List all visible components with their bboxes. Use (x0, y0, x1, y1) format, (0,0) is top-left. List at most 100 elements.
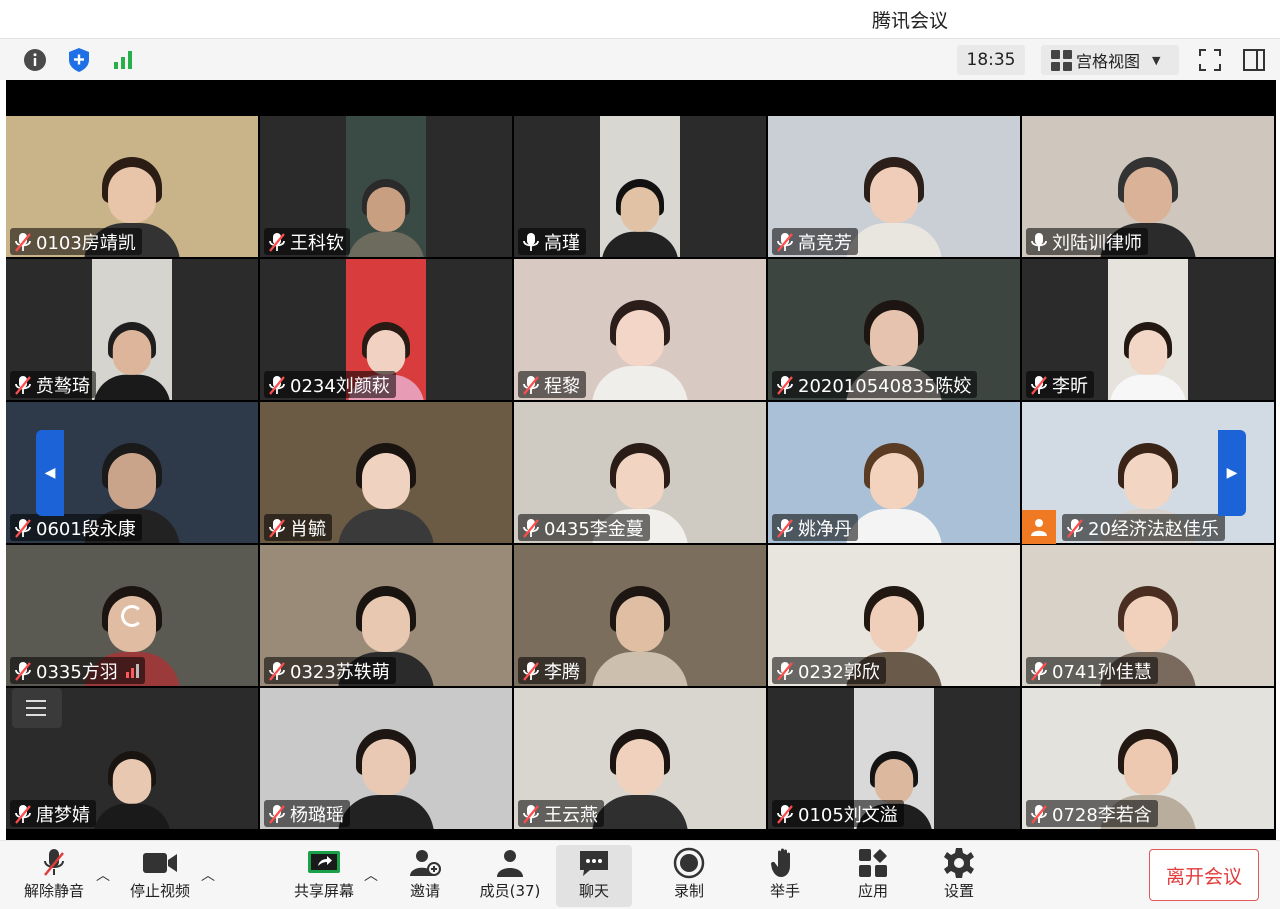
participant-tile[interactable]: 贲骜琦 (6, 259, 258, 400)
members-button[interactable]: 成员(37) (472, 845, 548, 907)
participant-tile[interactable]: 杨璐瑶 (260, 688, 512, 829)
next-page-button[interactable]: ▶ (1218, 430, 1246, 516)
participant-tile[interactable]: 0232郭欣 (768, 545, 1020, 686)
participant-name: 王云燕 (544, 804, 598, 826)
mic-muted-icon (14, 375, 36, 395)
participant-video-figure (347, 173, 425, 257)
record-label: 录制 (673, 882, 704, 900)
participant-name: 0105刘文溢 (798, 804, 898, 826)
mic-muted-icon (39, 846, 69, 880)
participant-name: 20经济法赵佳乐 (1088, 518, 1219, 540)
record-button[interactable]: 录制 (654, 845, 724, 907)
participant-video-figure (338, 721, 434, 829)
participant-name: 202010540835陈姣 (798, 375, 972, 397)
participant-nameplate: 0105刘文溢 (772, 800, 904, 827)
fullscreen-icon[interactable] (1195, 45, 1225, 75)
participant-tile[interactable]: 0103房靖凯 (6, 116, 258, 257)
weak-signal-icon (125, 663, 139, 678)
participant-nameplate: 唐梦婧 (10, 800, 96, 827)
mic-muted-icon (1030, 661, 1052, 681)
loading-spinner-icon (121, 605, 143, 627)
info-icon[interactable] (20, 45, 50, 75)
participant-name: 程黎 (544, 375, 580, 397)
window-title: 腾讯会议 (871, 10, 948, 32)
view-mode-dropdown[interactable]: 宫格视图 ▼ (1041, 45, 1179, 75)
mic-muted-icon (522, 661, 544, 681)
participant-tile[interactable]: 0323苏轶萌 (260, 545, 512, 686)
participant-nameplate: 杨璐瑶 (264, 800, 350, 827)
participant-tile[interactable]: 0234刘颜萩 (260, 259, 512, 400)
add-user-icon (409, 846, 441, 880)
participant-tile[interactable]: 姚净丹 (768, 402, 1020, 543)
participant-nameplate: 202010540835陈姣 (772, 371, 978, 398)
participant-nameplate: 0103房靖凯 (10, 228, 142, 255)
share-options-chevron-icon[interactable]: ︿ (364, 865, 378, 885)
mic-muted-icon (14, 804, 36, 824)
participant-name: 0335方羽 (36, 661, 118, 683)
apps-button[interactable]: 应用 (840, 845, 906, 907)
participant-nameplate: 王科钦 (264, 228, 350, 255)
audio-options-chevron-icon[interactable]: ︿ (96, 865, 110, 885)
participant-tile[interactable]: 202010540835陈姣 (768, 259, 1020, 400)
raise-hand-label: 举手 (769, 882, 800, 900)
participant-tile[interactable]: 肖毓 (260, 402, 512, 543)
participant-nameplate: 0335方羽 (10, 657, 145, 684)
participant-nameplate: 0741孙佳慧 (1026, 657, 1158, 684)
participant-name: 0741孙佳慧 (1052, 661, 1152, 683)
leave-meeting-button[interactable]: 离开会议 (1149, 849, 1259, 901)
participant-name: 0234刘颜萩 (290, 375, 390, 397)
participant-name: 高竞芳 (798, 232, 852, 254)
prev-page-button[interactable]: ◀ (36, 430, 64, 516)
participant-tile[interactable]: 王云燕 (514, 688, 766, 829)
view-mode-label: 宫格视图 (1076, 52, 1141, 71)
participant-nameplate: 高竞芳 (772, 228, 858, 255)
participant-tile[interactable]: 0105刘文溢 (768, 688, 1020, 829)
mic-muted-icon (14, 232, 36, 252)
participant-tile[interactable]: 0741孙佳慧 (1022, 545, 1274, 686)
mic-icon (522, 232, 544, 252)
participant-tile[interactable]: 李腾 (514, 545, 766, 686)
apps-icon (858, 846, 888, 880)
list-menu-icon[interactable] (12, 688, 62, 728)
raise-hand-button[interactable]: 举手 (752, 845, 818, 907)
participant-video-figure (93, 745, 171, 829)
participant-name: 高瑾 (544, 232, 580, 254)
participant-tile[interactable]: 0728李若含 (1022, 688, 1274, 829)
participant-nameplate: 李腾 (518, 657, 586, 684)
participant-nameplate: 0435李金蔓 (518, 514, 650, 541)
participant-nameplate: 0234刘颜萩 (264, 371, 396, 398)
unmute-button[interactable]: 解除静音 (16, 845, 92, 907)
participant-nameplate: 0232郭欣 (772, 657, 886, 684)
video-stage: 0103房靖凯 王科钦 高瑾 高竞芳 刘陆训律师贲骜琦 0234刘颜萩 程黎 20201054… (6, 80, 1276, 840)
participant-nameplate: 贲骜琦 (10, 371, 96, 398)
sidebar-toggle-icon[interactable] (1239, 45, 1269, 75)
share-screen-label: 共享屏幕 (293, 882, 354, 900)
signal-bars-icon[interactable] (108, 45, 138, 75)
mic-muted-icon (1030, 804, 1052, 824)
shield-icon[interactable] (64, 45, 94, 75)
video-options-chevron-icon[interactable]: ︿ (201, 865, 215, 885)
participant-tile[interactable]: 高竞芳 (768, 116, 1020, 257)
settings-button[interactable]: 设置 (926, 845, 992, 907)
participant-tile[interactable]: 高瑾 (514, 116, 766, 257)
share-screen-button[interactable]: 共享屏幕 (286, 845, 362, 907)
stop-video-label: 停止视频 (129, 882, 190, 900)
participant-name: 0728李若含 (1052, 804, 1152, 826)
participant-name: 0232郭欣 (798, 661, 880, 683)
participant-tile[interactable]: 王科钦 (260, 116, 512, 257)
participant-tile[interactable]: 程黎 (514, 259, 766, 400)
participant-tile[interactable]: 刘陆训律师 (1022, 116, 1274, 257)
participant-nameplate: 刘陆训律师 (1026, 228, 1148, 255)
participant-tile[interactable]: 0435李金蔓 (514, 402, 766, 543)
stop-video-button[interactable]: 停止视频 (122, 845, 198, 907)
participant-tile[interactable]: 李昕 (1022, 259, 1274, 400)
mic-muted-icon (1030, 375, 1052, 395)
chat-button[interactable]: 聊天 (556, 845, 632, 907)
participant-name: 姚净丹 (798, 518, 852, 540)
participant-name: 杨璐瑶 (290, 804, 344, 826)
chat-icon (578, 846, 610, 880)
participant-video-figure (93, 316, 171, 400)
participant-name: 李腾 (544, 661, 580, 683)
invite-button[interactable]: 邀请 (395, 845, 455, 907)
invite-label: 邀请 (409, 882, 440, 900)
